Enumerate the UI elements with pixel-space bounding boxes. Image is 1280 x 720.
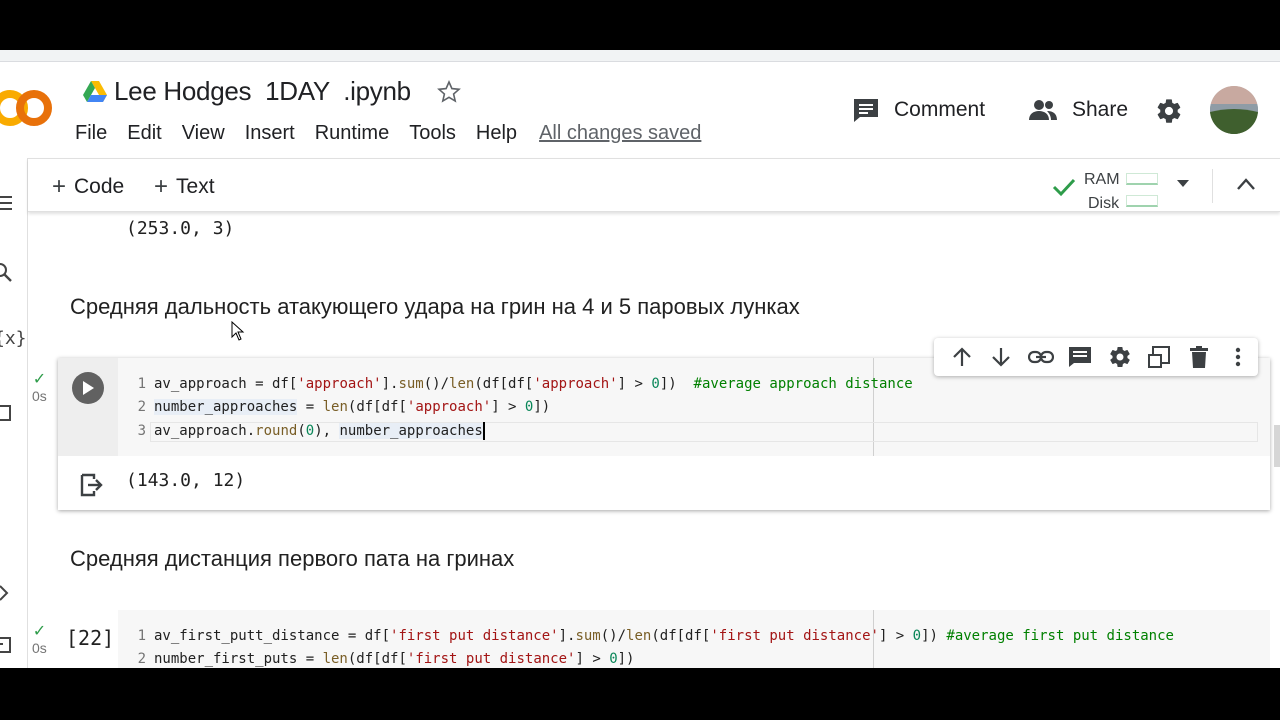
cell-gutter: [22] — [58, 610, 118, 668]
table-of-contents-icon[interactable] — [0, 192, 16, 214]
share-button[interactable]: Share — [1028, 94, 1128, 126]
menu-runtime[interactable]: Runtime — [315, 122, 389, 145]
save-status-link[interactable]: All changes saved — [539, 122, 701, 145]
check-icon — [1052, 178, 1076, 197]
menu-help[interactable]: Help — [476, 122, 517, 145]
move-up-icon[interactable] — [942, 342, 982, 372]
avatar-photo — [1210, 86, 1258, 134]
menu-tools[interactable]: Tools — [409, 122, 456, 145]
colab-logo[interactable] — [0, 86, 52, 130]
add-code-label: Code — [74, 175, 125, 198]
browser-tabstrip — [0, 50, 1280, 62]
menu-insert[interactable]: Insert — [245, 122, 295, 145]
left-sidebar: {x} — [0, 158, 28, 668]
markdown-heading-approach[interactable]: Средняя дальность атакующего удара на гр… — [70, 294, 800, 320]
terminal-icon[interactable] — [0, 634, 16, 656]
letterbox-bottom — [0, 668, 1280, 720]
disk-bar — [1126, 195, 1158, 207]
cell-toolbar — [934, 338, 1258, 376]
output-text: (143.0, 12) — [126, 470, 246, 491]
check-icon: ✓ — [32, 623, 47, 640]
code-line-2: 2 number_first_puts = len(df[df['first pu… — [137, 651, 635, 667]
output-icon[interactable] — [78, 472, 104, 498]
colab-window: Lee Hodges 1DAY .ipynb File Edit View In… — [0, 50, 1280, 668]
comment-label: Comment — [894, 98, 986, 121]
check-icon: ✓ — [32, 371, 47, 388]
markdown-heading-putt[interactable]: Средняя дистанция первого пата на гринах — [70, 546, 514, 572]
comment-icon — [854, 99, 878, 122]
cell-output: (143.0, 12) — [58, 456, 1270, 510]
text-caret — [482, 422, 485, 440]
notebook-toolbar: + Code + Text RAM Disk — [28, 158, 1280, 212]
more-icon[interactable] — [1219, 342, 1259, 372]
code-line-1: 1 av_approach = df['approach'].sum()/len(… — [137, 376, 913, 392]
code-line-1: 1 av_first_putt_distance = df['first put … — [137, 628, 1174, 644]
link-icon[interactable] — [1021, 342, 1061, 372]
code-line-3: 3 av_approach.round(0), number_approaches — [137, 422, 485, 440]
add-text-button[interactable]: + Text — [154, 173, 215, 201]
add-text-label: Text — [176, 175, 215, 198]
cell-settings-icon[interactable] — [1100, 342, 1140, 372]
expand-sidebar-icon[interactable] — [0, 582, 16, 604]
share-icon — [1029, 100, 1057, 120]
scrollbar-marker[interactable] — [1274, 425, 1280, 467]
mouse-cursor-icon — [231, 321, 245, 341]
mirror-cell-icon[interactable] — [1140, 342, 1180, 372]
menu-file[interactable]: File — [75, 122, 107, 145]
letterbox-top — [0, 0, 1280, 50]
add-code-button[interactable]: + Code — [52, 173, 124, 201]
collapse-icon[interactable] — [1236, 177, 1256, 191]
ram-bar — [1126, 173, 1158, 185]
menu-bar: File Edit View Insert Runtime Tools Help… — [75, 122, 701, 145]
variables-icon[interactable]: {x} — [0, 328, 27, 350]
code-cell-putt[interactable]: [22] 1 av_first_putt_distance = df['first… — [58, 610, 1270, 668]
menu-view[interactable]: View — [182, 122, 225, 145]
code-editor[interactable]: 1 av_first_putt_distance = df['first put … — [118, 610, 1270, 668]
exec-time: 0s — [32, 388, 47, 404]
move-down-icon[interactable] — [982, 342, 1022, 372]
run-cell-button[interactable] — [72, 372, 104, 404]
comment-cell-icon[interactable] — [1061, 342, 1101, 372]
comment-button[interactable]: Comment — [852, 94, 985, 126]
drive-icon[interactable] — [82, 80, 108, 104]
avatar[interactable] — [1210, 86, 1258, 134]
title-row: Lee Hodges 1DAY .ipynb — [82, 76, 461, 107]
share-label: Share — [1072, 98, 1129, 121]
menu-edit[interactable]: Edit — [127, 122, 161, 145]
notebook-title[interactable]: Lee Hodges 1DAY .ipynb — [114, 76, 411, 107]
cell-gutter — [58, 358, 118, 456]
disk-label: Disk — [1088, 195, 1120, 212]
settings-icon[interactable] — [1155, 97, 1183, 125]
search-icon[interactable] — [0, 262, 16, 284]
code-line-2: 2 number_approaches = len(df[df['approach… — [137, 399, 551, 415]
dropdown-icon[interactable] — [1176, 179, 1190, 189]
cell-exec-status: ✓ 0s — [32, 371, 47, 405]
ram-label: RAM — [1084, 171, 1120, 188]
code-cell-approach[interactable]: 1 av_approach = df['approach'].sum()/len(… — [58, 358, 1270, 510]
plus-icon: + — [154, 173, 169, 200]
delete-icon[interactable] — [1179, 342, 1219, 372]
toolbar-divider — [1212, 169, 1213, 203]
files-icon[interactable] — [0, 402, 16, 424]
star-icon[interactable] — [436, 79, 461, 104]
run-icon — [83, 381, 94, 395]
exec-time: 0s — [32, 640, 47, 656]
previous-cell-output: (253.0, 3) — [126, 218, 235, 239]
plus-icon: + — [52, 173, 67, 200]
exec-count: [22] — [66, 626, 115, 650]
cell-exec-status: ✓ 0s — [32, 623, 47, 657]
